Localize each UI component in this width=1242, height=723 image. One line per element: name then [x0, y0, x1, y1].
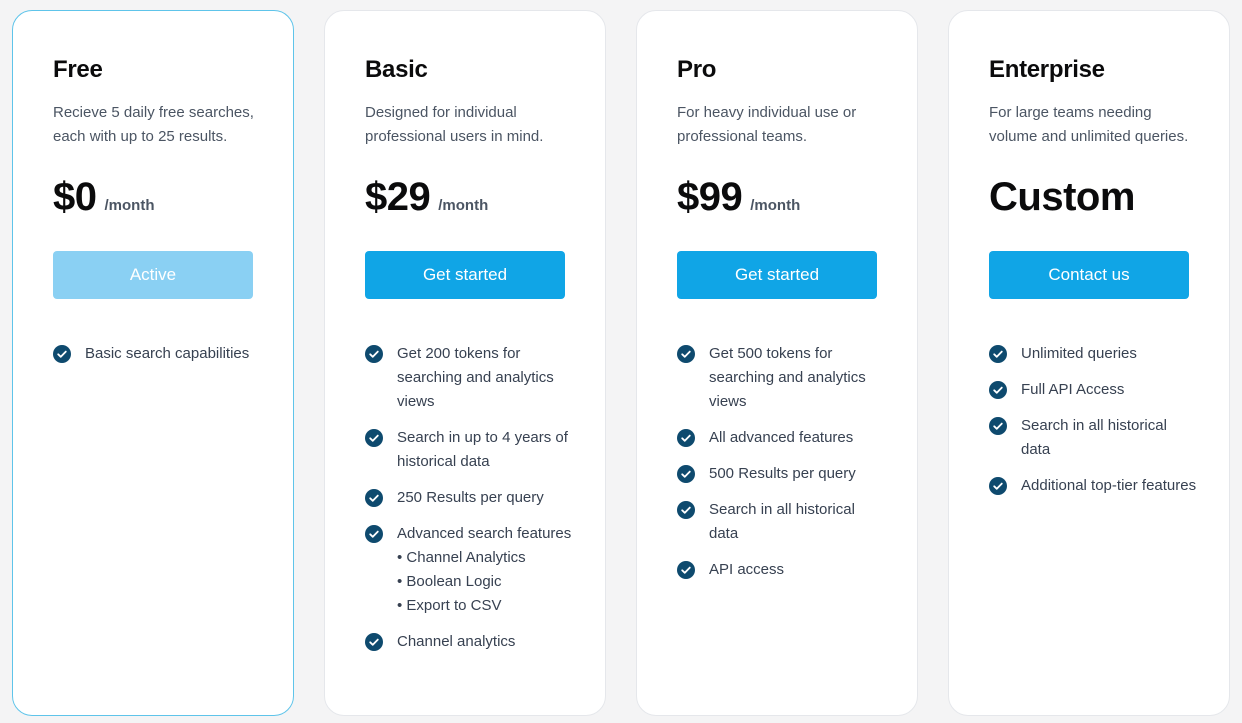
pricing-cards: Free Recieve 5 daily free searches, each…: [0, 0, 1242, 723]
plan-title: Pro: [677, 56, 717, 83]
sub-feature-item: • Boolean Logic: [397, 573, 502, 590]
active-button[interactable]: Active: [53, 251, 253, 299]
plan-period: /month: [438, 197, 489, 214]
feature-text: Basic search capabilities: [85, 345, 250, 362]
check-circle-icon: [365, 489, 383, 507]
plan-title: Basic: [365, 56, 428, 83]
price-row: Custom: [989, 175, 1135, 220]
plan-title: Free: [53, 56, 103, 83]
feature-text: 250 Results per query: [397, 489, 544, 506]
plan-card-free: Free Recieve 5 daily free searches, each…: [12, 10, 294, 716]
feature-item: Get 200 tokens for searching and analyti…: [365, 342, 575, 414]
feature-text: Advanced search features: [397, 525, 572, 542]
check-circle-icon: [989, 381, 1007, 399]
get-started-button[interactable]: Get started: [365, 251, 565, 299]
plan-description: Designed for individual professional use…: [365, 104, 544, 145]
feature-text: Channel analytics: [397, 633, 516, 650]
plan-price: $99: [677, 175, 743, 219]
feature-text: Full API Access: [1021, 381, 1125, 398]
feature-text: Additional top-tier features: [1021, 477, 1197, 494]
plan-card-basic: Basic Designed for individual profession…: [324, 10, 606, 716]
check-circle-icon: [365, 429, 383, 447]
feature-text: Get 200 tokens for searching and analyti…: [397, 345, 554, 410]
feature-text: Get 500 tokens for searching and analyti…: [709, 345, 866, 410]
plan-price: $29: [365, 175, 431, 219]
check-circle-icon: [677, 561, 695, 579]
feature-item: 250 Results per query: [365, 486, 575, 510]
check-circle-icon: [365, 345, 383, 363]
price-row: $29 /month: [365, 175, 488, 220]
price-row: $0 /month: [53, 175, 155, 220]
feature-item: Additional top-tier features: [989, 474, 1199, 498]
check-circle-icon: [677, 501, 695, 519]
feature-text: Search in all historical data: [709, 501, 855, 542]
feature-text: 500 Results per query: [709, 465, 856, 482]
plan-title: Enterprise: [989, 56, 1105, 83]
sub-feature-item: • Channel Analytics: [397, 549, 526, 566]
feature-item: Channel analytics: [365, 630, 575, 654]
feature-text: Search in all historical data: [1021, 417, 1167, 458]
feature-list: Get 200 tokens for searching and analyti…: [365, 342, 575, 666]
feature-item: Search in all historical data: [989, 414, 1199, 462]
feature-text: API access: [709, 561, 785, 578]
feature-item: Advanced search features • Channel Analy…: [365, 522, 575, 618]
plan-price: $0: [53, 175, 97, 219]
feature-text: All advanced features: [709, 429, 854, 446]
feature-item: Get 500 tokens for searching and analyti…: [677, 342, 887, 414]
feature-text: Search in up to 4 years of historical da…: [397, 429, 568, 470]
plan-period: /month: [104, 197, 155, 214]
plan-price: Custom: [989, 175, 1135, 219]
contact-us-button[interactable]: Contact us: [989, 251, 1189, 299]
check-circle-icon: [365, 633, 383, 651]
feature-item: API access: [677, 558, 887, 582]
feature-list: Basic search capabilities: [53, 342, 263, 378]
feature-item: Basic search capabilities: [53, 342, 263, 366]
check-circle-icon: [989, 477, 1007, 495]
price-row: $99 /month: [677, 175, 800, 220]
check-circle-icon: [989, 417, 1007, 435]
feature-item: Search in all historical data: [677, 498, 887, 546]
sub-feature-list: • Channel Analytics • Boolean Logic • Ex…: [397, 546, 575, 618]
plan-description: For large teams needing volume and unlim…: [989, 104, 1189, 145]
check-circle-icon: [989, 345, 1007, 363]
feature-item: 500 Results per query: [677, 462, 887, 486]
plan-card-enterprise: Enterprise For large teams needing volum…: [948, 10, 1230, 716]
get-started-button[interactable]: Get started: [677, 251, 877, 299]
check-circle-icon: [365, 525, 383, 543]
feature-text: Unlimited queries: [1021, 345, 1137, 362]
feature-item: All advanced features: [677, 426, 887, 450]
feature-item: Unlimited queries: [989, 342, 1199, 366]
plan-description: For heavy individual use or professional…: [677, 104, 857, 145]
plan-period: /month: [750, 197, 801, 214]
check-circle-icon: [53, 345, 71, 363]
check-circle-icon: [677, 465, 695, 483]
plan-description: Recieve 5 daily free searches, each with…: [53, 104, 254, 145]
plan-card-pro: Pro For heavy individual use or professi…: [636, 10, 918, 716]
check-circle-icon: [677, 345, 695, 363]
feature-list: Get 500 tokens for searching and analyti…: [677, 342, 887, 594]
feature-item: Search in up to 4 years of historical da…: [365, 426, 575, 474]
feature-item: Full API Access: [989, 378, 1199, 402]
sub-feature-item: • Export to CSV: [397, 597, 502, 614]
feature-list: Unlimited queries Full API Access Search…: [989, 342, 1199, 510]
check-circle-icon: [677, 429, 695, 447]
